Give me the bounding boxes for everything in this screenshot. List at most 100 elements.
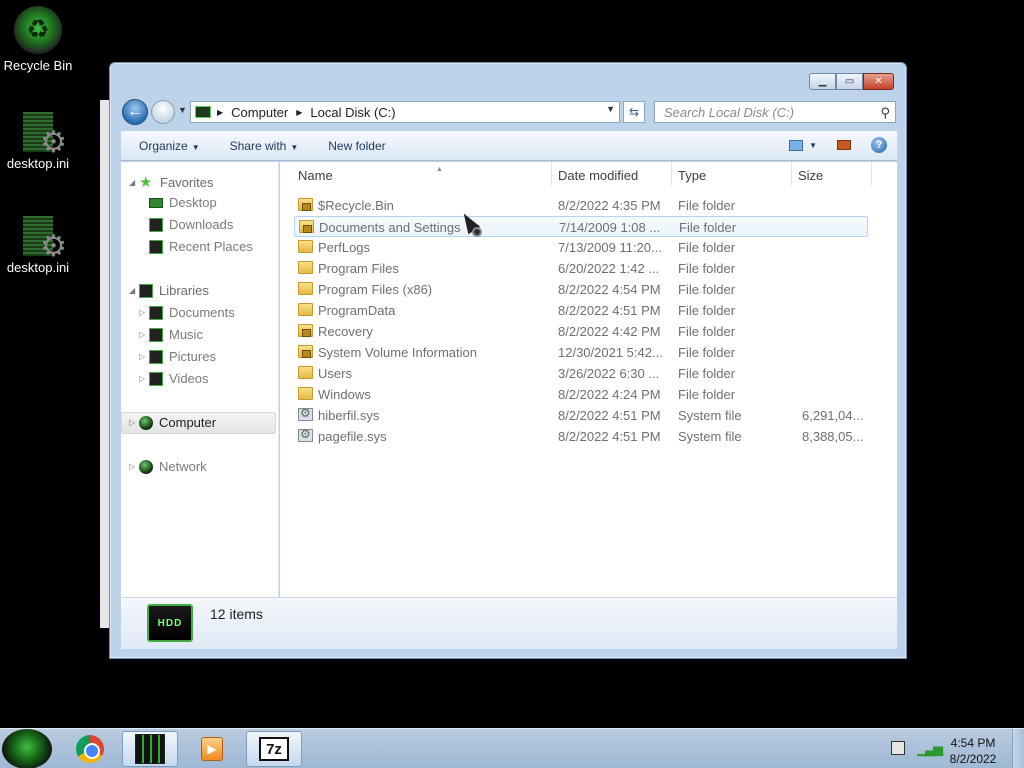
preview-pane-icon[interactable] [837,140,851,150]
taskbar-7zip[interactable]: 7z [246,731,302,767]
help-icon[interactable]: ? [871,137,887,153]
file-row[interactable]: hiberfil.sys 8/2/2022 4:51 PM System fil… [294,405,868,426]
view-controls: ▼ ? [789,137,887,153]
file-row[interactable]: Recovery 8/2/2022 4:42 PM File folder [294,321,868,342]
search-icon[interactable]: ⚲ [880,105,890,121]
network-tray-icon[interactable] [891,741,905,755]
nav-favorites[interactable]: ◢ ★ Favorites [129,173,213,191]
forward-button[interactable] [151,100,175,124]
libraries-icon [139,283,153,298]
nav-computer[interactable]: ▷ Computer [129,415,216,430]
organize-label: Organize [139,138,188,153]
folder-icon [298,303,313,316]
desktop-icon-desktop-ini[interactable]: desktop.ini [0,214,76,275]
address-bar[interactable]: ▶ Computer ▶ Local Disk (C:) ▼ [190,101,620,123]
nav-desktop[interactable]: Desktop [149,195,217,210]
file-name: Documents and Settings [319,220,461,235]
nav-recent-places[interactable]: Recent Places [149,239,253,254]
column-divider[interactable] [671,162,672,186]
refresh-button[interactable]: ⇆ [623,101,645,123]
show-desktop-button[interactable] [1012,729,1024,768]
file-type: File folder [678,282,736,297]
file-type: File folder [678,366,736,381]
search-placeholder: Search Local Disk (C:) [664,104,795,120]
column-header-name[interactable]: Name ▲ [298,166,443,183]
nav-desktop-label: Desktop [169,195,217,210]
videos-library-icon [149,371,163,386]
nav-libraries[interactable]: ◢ Libraries [129,283,209,298]
file-row[interactable]: Documents and Settings 7/14/2009 1:08 ..… [294,216,868,237]
breadcrumb-chevron-icon[interactable]: ▶ [296,108,302,117]
desktop-icon-recycle-bin[interactable]: Recycle Bin [0,6,76,73]
collapsed-triangle-icon[interactable]: ▷ [139,330,149,339]
column-header-size[interactable]: Size [798,168,823,183]
taskbar-media-player[interactable]: ▶ [184,731,240,767]
change-view-icon[interactable] [789,139,804,151]
back-button[interactable]: ← [122,99,148,125]
column-header-date[interactable]: Date modified [558,168,638,183]
file-date: 8/2/2022 4:51 PM [558,408,661,423]
file-date: 8/2/2022 4:51 PM [558,429,661,444]
taskbar: ▶ 7z ▁▃▅ 4:54 PM 8/2/2022 [0,728,1024,768]
column-divider[interactable] [791,162,792,186]
nav-documents[interactable]: ▷ Documents [139,305,235,320]
file-size: 8,388,05... [802,429,864,444]
chevron-down-icon: ▼ [290,142,299,152]
expanded-triangle-icon[interactable]: ◢ [129,286,139,295]
desktop-icon-desktop-ini[interactable]: desktop.ini [0,110,76,171]
address-dropdown-icon[interactable]: ▼ [606,104,615,114]
file-type: File folder [678,261,736,276]
nav-videos[interactable]: ▷ Videos [139,371,209,386]
back-arrow-icon: ← [127,103,143,120]
search-input[interactable]: Search Local Disk (C:) ⚲ [654,101,896,123]
taskbar-chrome[interactable] [62,731,118,767]
star-icon: ★ [139,173,153,191]
column-divider[interactable] [871,162,872,186]
file-row[interactable]: pagefile.sys 8/2/2022 4:51 PM System fil… [294,426,868,447]
file-row[interactable]: Windows 8/2/2022 4:24 PM File folder [294,384,868,405]
file-row[interactable]: Program Files 6/20/2022 1:42 ... File fo… [294,258,868,279]
collapsed-triangle-icon[interactable]: ▷ [139,352,149,361]
close-button[interactable]: ✕ [863,73,894,90]
nav-downloads[interactable]: Downloads [149,217,233,232]
nav-pictures[interactable]: ▷ Pictures [139,349,216,364]
expanded-triangle-icon[interactable]: ◢ [129,178,139,187]
column-divider[interactable] [551,162,552,186]
view-options-chevron-icon[interactable]: ▼ [809,141,817,150]
breadcrumb-local-disk[interactable]: Local Disk (C:) [310,105,395,120]
locked-folder-icon [298,198,313,211]
collapsed-triangle-icon[interactable]: ▷ [129,462,139,471]
file-date: 8/2/2022 4:24 PM [558,387,661,402]
file-row[interactable]: PerfLogs 7/13/2009 11:20... File folder [294,237,868,258]
recent-pages-chevron-icon[interactable]: ▼ [178,105,187,115]
nav-music[interactable]: ▷ Music [139,327,203,342]
maximize-button[interactable]: ▭ [836,73,863,90]
collapsed-triangle-icon[interactable]: ▷ [139,374,149,383]
file-row[interactable]: System Volume Information 12/30/2021 5:4… [294,342,868,363]
collapsed-triangle-icon[interactable]: ▷ [129,418,139,427]
file-row[interactable]: ProgramData 8/2/2022 4:51 PM File folder [294,300,868,321]
file-row[interactable]: $Recycle.Bin 8/2/2022 4:35 PM File folde… [294,195,868,216]
start-button[interactable] [2,729,52,768]
column-header-type[interactable]: Type [678,168,706,183]
organize-button[interactable]: Organize ▼ [139,139,200,153]
new-folder-button[interactable]: New folder [328,139,385,153]
minimize-button[interactable]: ▁ [809,73,836,90]
file-name: Program Files (x86) [318,282,433,297]
share-with-button[interactable]: Share with ▼ [230,139,299,153]
breadcrumb-computer[interactable]: Computer [231,105,288,120]
file-list: Name ▲ Date modified Type Size $Recycle.… [280,162,897,597]
locked-folder-icon [298,345,313,358]
7zip-icon-label: 7z [266,740,282,758]
file-row[interactable]: Program Files (x86) 8/2/2022 4:54 PM Fil… [294,279,868,300]
breadcrumb-chevron-icon[interactable]: ▶ [217,108,223,117]
clock[interactable]: 4:54 PM 8/2/2022 [940,735,1006,767]
nav-network[interactable]: ▷ Network [129,459,207,474]
signal-tray-icon[interactable]: ▁▃▅ [917,741,943,757]
file-name: Users [318,366,352,381]
file-row[interactable]: Users 3/26/2022 6:30 ... File folder [294,363,868,384]
file-name: Program Files [318,261,399,276]
taskbar-explorer[interactable] [122,731,178,767]
collapsed-triangle-icon[interactable]: ▷ [139,308,149,317]
pictures-library-icon [149,349,163,364]
